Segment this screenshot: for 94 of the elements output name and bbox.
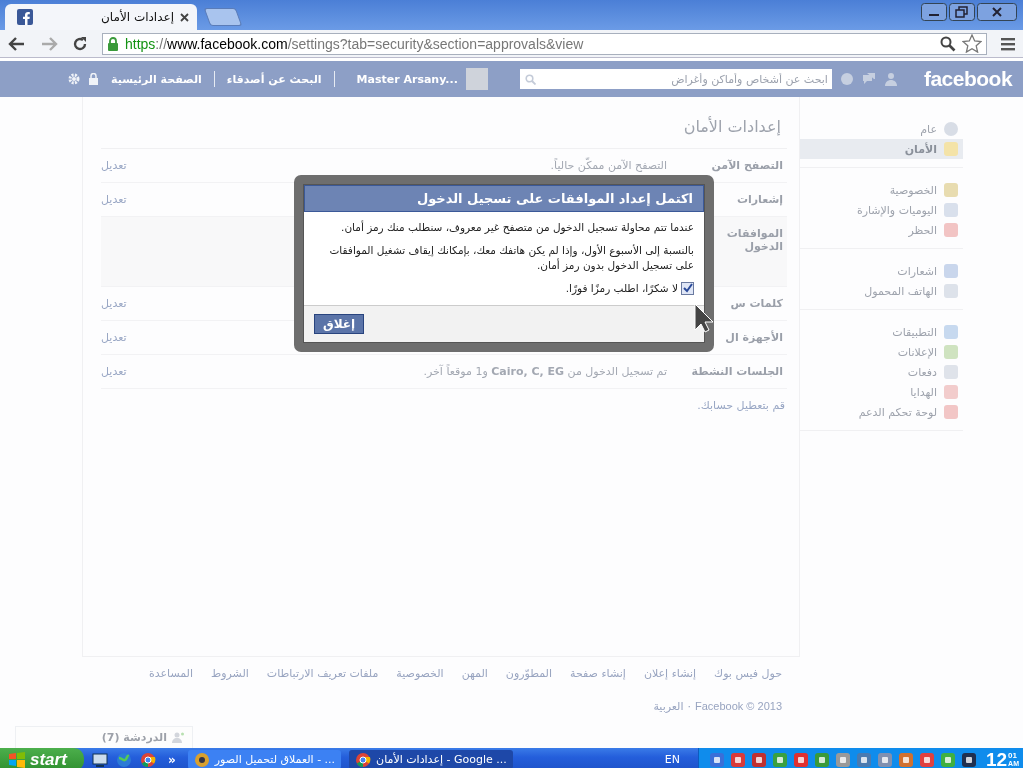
separator-dot: · — [687, 700, 691, 713]
setting-label: كلمات س — [730, 297, 784, 310]
footer-link[interactable]: الشروط — [211, 667, 249, 680]
sidebar-item[interactable]: الحظر — [800, 220, 963, 240]
taskbar-button[interactable]: إعدادات الأمان - Google ... — [349, 750, 513, 768]
setting-label: إشعارات — [736, 193, 784, 206]
setting-value: التصفح الآمن ممكّن حالياً. — [550, 159, 667, 172]
profile-link[interactable]: Master Arsany... — [356, 72, 458, 86]
sidebar-item[interactable]: التطبيقات — [800, 322, 963, 342]
facebook-icon — [17, 9, 33, 25]
sidebar-item[interactable]: الهدايا — [800, 382, 963, 402]
edit-link[interactable]: تعديل — [101, 297, 127, 310]
search-icon — [524, 74, 536, 85]
zoom-icon[interactable] — [940, 35, 956, 52]
settings-category-icon — [943, 202, 959, 218]
footer-link[interactable]: المطوّرون — [505, 667, 553, 680]
start-button[interactable]: start — [0, 748, 84, 768]
nav-link[interactable]: البحث عن أصدقاء — [222, 72, 326, 86]
settings-category-icon — [943, 141, 959, 157]
settings-category-icon — [943, 404, 959, 420]
edit-link[interactable]: تعديل — [101, 159, 127, 172]
settings-category-icon — [943, 182, 959, 198]
chat-bar[interactable]: الدردشة (7) — [15, 726, 193, 748]
setting-label: الموافقات الدخول — [726, 227, 784, 253]
lock-icon — [107, 36, 119, 51]
lock-icon[interactable] — [88, 73, 99, 85]
dialog-title: اكتمل إعداد الموافقات على تسجيل الدخول — [304, 185, 704, 212]
edit-link[interactable]: تعديل — [101, 193, 127, 206]
checkbox-option[interactable]: لا شكرًا، اطلب رمزًا فورًا. — [314, 281, 694, 295]
more-button[interactable]: » — [164, 752, 176, 767]
new-tab-button[interactable] — [203, 8, 243, 26]
tray-icon[interactable] — [750, 751, 767, 768]
sidebar-item[interactable]: الإعلانات — [800, 342, 963, 362]
dialog-text: عندما تتم محاولة تسجيل الدخول من متصفح غير معروف، سنطلب منك رمز أمان. — [340, 220, 694, 236]
address-field[interactable]: https://www.facebook.com/settings?tab=security&section=approvals&view — [102, 32, 987, 55]
sidebar-item[interactable]: الخصوصية — [800, 180, 963, 200]
edit-link[interactable]: تعديل — [101, 331, 127, 344]
footer-link[interactable]: ملفات تعريف الارتباطات — [266, 667, 379, 680]
restore-button[interactable] — [949, 3, 975, 21]
tray-icon[interactable] — [960, 751, 977, 768]
back-icon[interactable] — [8, 35, 26, 52]
footer-link[interactable]: حول فيس بوك — [714, 667, 782, 680]
forward-icon[interactable] — [40, 35, 58, 52]
footer-link[interactable]: المساعدة — [148, 667, 193, 680]
dialog-text: بالنسبة إلى الأسبوع الأول، وإذا لم يكن هاتفك معك، بإمكانك إيقاف تشغيل الموافقات على تسجيل الدخول بدون رمز أمان. — [328, 243, 694, 274]
facebook-logo[interactable]: facebook — [923, 67, 1013, 91]
sidebar-item[interactable]: اشعارات — [800, 261, 963, 281]
minimize-button[interactable] — [921, 3, 947, 21]
settings-title: إعدادات الأمان — [682, 115, 782, 138]
edit-link[interactable]: تعديل — [101, 365, 127, 378]
windows-logo-icon — [8, 751, 26, 768]
menu-icon[interactable] — [1001, 36, 1015, 51]
star-icon[interactable] — [962, 34, 982, 53]
settings-category-icon — [943, 344, 959, 360]
tray-icon[interactable] — [792, 751, 809, 768]
settings-category-icon — [943, 324, 959, 340]
settings-category-icon — [943, 384, 959, 400]
setting-label: التصفح الآمن — [711, 159, 784, 172]
chrome-icon — [355, 751, 372, 768]
reload-icon[interactable] — [72, 35, 88, 52]
sidebar-item[interactable]: عام — [800, 119, 963, 139]
setting-label: الأجهزة ال — [725, 331, 784, 344]
taskbar-button[interactable]: العملاق لتحميل الصور - ... — [187, 750, 342, 768]
tray-icon[interactable] — [729, 751, 746, 768]
sidebar-item[interactable]: لوحة تحكم الدعم — [800, 402, 963, 422]
nav-link[interactable]: الصفحة الرئيسية — [107, 72, 206, 86]
language-indicator[interactable]: EN — [664, 753, 680, 766]
person-icon — [172, 732, 184, 743]
footer-link[interactable]: إنشاء صفحة — [570, 667, 626, 680]
browser-tab[interactable]: إعدادات الأمان — [5, 4, 197, 30]
checkbox[interactable] — [681, 281, 694, 295]
close-icon[interactable] — [180, 12, 189, 22]
footer-link[interactable]: إنشاء إعلان — [643, 667, 697, 680]
close-button[interactable] — [977, 3, 1017, 21]
sidebar-item[interactable]: دفعات — [800, 362, 963, 382]
sidebar-item[interactable]: اليوميات والإشارة — [800, 200, 963, 220]
language-link[interactable]: العربية — [653, 700, 684, 713]
settings-category-icon — [943, 364, 959, 380]
close-button[interactable]: إغلاق — [314, 313, 365, 334]
tray-icon[interactable] — [918, 751, 935, 768]
chrome-icon[interactable] — [140, 751, 156, 768]
settings-category-icon — [943, 222, 959, 238]
sidebar-item[interactable]: الأمان — [800, 139, 963, 159]
gear-icon[interactable] — [68, 73, 80, 85]
desktop-icon[interactable] — [92, 751, 108, 768]
settings-category-icon — [943, 283, 959, 299]
settings-category-icon — [943, 121, 959, 137]
deactivate-link[interactable]: قم بتعطيل حسابك. — [697, 399, 785, 412]
sidebar-item[interactable]: الهاتف المحمول — [800, 281, 963, 301]
footer-link[interactable]: الخصوصية — [396, 667, 444, 680]
setting-label: الجلسات النشطة — [691, 365, 784, 378]
copyright-text: Facebook © 2013 — [695, 700, 782, 713]
footer-link[interactable]: المهن — [461, 667, 488, 680]
settings-category-icon — [943, 263, 959, 279]
